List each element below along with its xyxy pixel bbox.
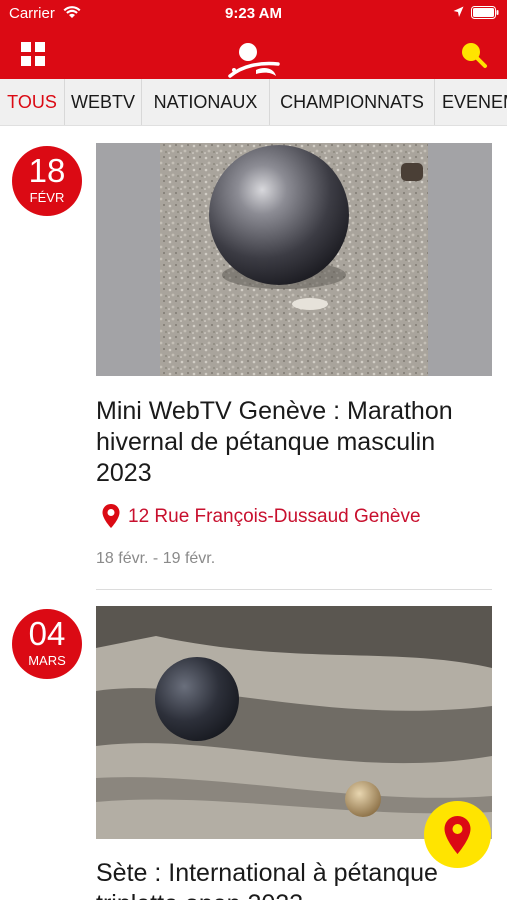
date-badge: 04 MARS [12, 609, 82, 679]
tab-tous[interactable]: TOUS [0, 79, 65, 125]
boule-logo[interactable] [226, 40, 282, 80]
event-title[interactable]: Mini WebTV Genève : Marathon hivernal de… [96, 396, 496, 489]
status-time: 9:23 AM [225, 5, 282, 22]
date-month: MARS [28, 653, 66, 668]
event-photo[interactable] [96, 143, 492, 376]
event-address: 12 Rue François-Dussaud Genève [128, 506, 421, 527]
tab-evenements[interactable]: EVENEMENTS [435, 79, 507, 125]
petanque-ball-image [96, 143, 492, 376]
date-day: 18 [28, 152, 66, 189]
category-tabs: TOUS WEBTV NATIONAUX CHAMPIONNATS EVENEM… [0, 79, 507, 126]
date-badge: 18 FÉVR [12, 146, 82, 216]
tab-webtv[interactable]: WEBTV [65, 79, 142, 125]
search-icon [462, 43, 487, 68]
menu-button[interactable] [20, 41, 46, 67]
tab-nationaux[interactable]: NATIONAUX [142, 79, 270, 125]
tab-championnats[interactable]: CHAMPIONNATS [270, 79, 435, 125]
map-pin-icon [444, 816, 471, 854]
date-day: 04 [28, 615, 66, 652]
location-arrow-icon [453, 6, 464, 17]
event-dates: 18 févr. - 19 févr. [96, 550, 216, 567]
event-photo[interactable] [96, 606, 492, 839]
grid-icon [21, 42, 45, 66]
top-bar: Carrier 9:23 AM [0, 0, 507, 79]
battery-icon [471, 6, 499, 19]
event-location[interactable]: 12 Rue François-Dussaud Genève [101, 501, 441, 531]
app-header [0, 28, 507, 79]
map-fab-button[interactable] [424, 801, 491, 868]
date-month: FÉVR [29, 190, 65, 205]
search-button[interactable] [458, 40, 488, 70]
petanque-ball-image [96, 606, 492, 839]
map-pin-icon [102, 504, 120, 528]
status-bar: Carrier 9:23 AM [0, 0, 507, 28]
event-title[interactable]: Sète : International à pétanque triplett… [96, 858, 496, 900]
card-divider [96, 589, 492, 590]
